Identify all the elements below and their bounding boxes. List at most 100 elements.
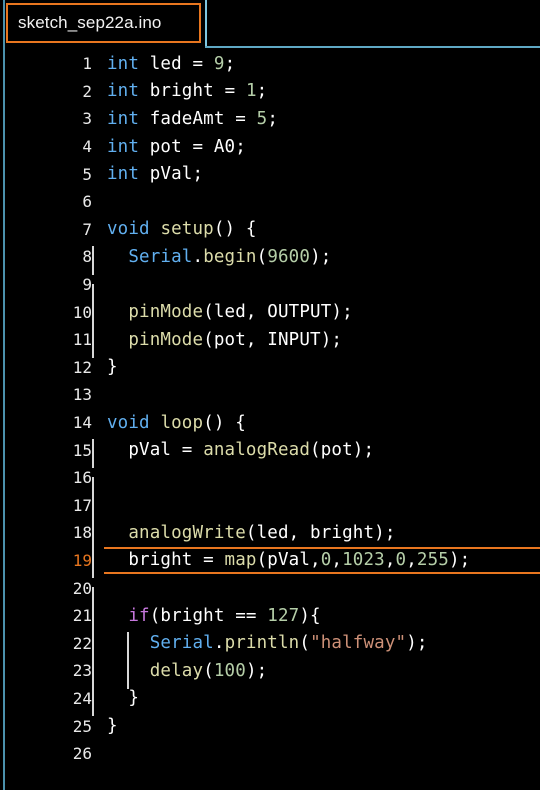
code-line[interactable]: 13 (0, 381, 540, 409)
code-token-kw: int (107, 53, 140, 74)
code-line[interactable]: 8 Serial.begin(9600); (0, 243, 540, 275)
code-line[interactable]: 6 (0, 188, 540, 216)
code-token-punc: } (107, 688, 140, 709)
code-line[interactable]: 26 (0, 740, 540, 768)
code-line[interactable]: 1 int led = 9; (0, 50, 540, 78)
line-number: 2 (82, 81, 92, 101)
code-line-text: int pot = A0; (92, 137, 540, 157)
line-number: 22 (72, 633, 92, 653)
code-line-text: analogWrite(led, bright); (91, 521, 540, 551)
code-token-punc: (pot); (310, 440, 375, 461)
code-line[interactable]: 7 void setup() { (0, 216, 540, 244)
code-line[interactable]: 16 (0, 464, 540, 506)
code-line-text: } (91, 687, 540, 717)
code-line[interactable]: 25} (0, 712, 540, 740)
line-number: 25 (72, 716, 92, 736)
code-token-punc: (pVal, (256, 550, 321, 571)
code-line-text: if(bright == 127){ (91, 604, 540, 634)
code-editor-window: sketch_sep22a.ino 1 int led = 9; 2 int brig… (0, 0, 540, 790)
code-token-num: 0 (320, 550, 332, 571)
code-line[interactable]: 24 } (0, 685, 540, 717)
line-number: 8 (82, 247, 92, 267)
code-token-plain: pVal = (107, 440, 204, 461)
code-token-plain: pot (139, 136, 193, 157)
code-line[interactable]: 12} (0, 354, 540, 382)
code-token-punc: = (192, 53, 214, 74)
code-token-num: 127 (267, 605, 300, 626)
code-token-fn: setup (160, 219, 214, 240)
code-token-fn: analogRead (203, 440, 311, 461)
code-token-punc: , (406, 550, 417, 571)
line-number: 1 (82, 54, 92, 74)
code-token-fn: analogWrite (128, 522, 246, 543)
line-number: 26 (72, 744, 92, 764)
code-line[interactable]: 5 int pVal; (0, 160, 540, 188)
code-token-punc: = (192, 136, 214, 157)
code-token-punc: . (213, 633, 225, 654)
code-token-kw: int (107, 164, 140, 185)
code-line[interactable]: 20 (0, 574, 540, 617)
code-token-plain: pVal; (139, 164, 204, 185)
code-line-text: int fadeAmt = 5; (92, 109, 540, 129)
code-token-punc: ( (299, 633, 311, 654)
code-line[interactable]: 2 int bright = 1; (0, 78, 540, 106)
code-line-text: } (92, 716, 540, 736)
code-token-punc: ; (235, 136, 246, 157)
code-token-punc: (led, OUTPUT); (203, 302, 353, 323)
tab-sketch-file[interactable]: sketch_sep22a.ino (6, 3, 201, 43)
code-token-fn: loop (160, 412, 204, 433)
line-number: 21 (72, 606, 92, 626)
code-line-text: pinMode(pot, INPUT); (91, 328, 540, 358)
code-token-plain: bright (139, 81, 225, 102)
code-line[interactable]: 23 delay(100); (0, 657, 540, 689)
code-token-str: "halfway" (310, 633, 407, 654)
code-line[interactable]: 9 (0, 271, 540, 313)
line-number: 4 (82, 137, 92, 157)
tab-label: sketch_sep22a.ino (18, 13, 162, 32)
code-line-text: } (92, 357, 540, 377)
line-number: 10 (72, 302, 92, 322)
code-token-num: 100 (213, 660, 246, 681)
code-token-fn: println (224, 633, 300, 654)
code-line[interactable]: 4 int pot = A0; (0, 133, 540, 161)
code-line[interactable]: 10 pinMode(led, OUTPUT); (0, 298, 540, 331)
code-token-punc: , (331, 550, 343, 571)
code-line[interactable]: 15 pVal = analogRead(pot); (0, 436, 540, 469)
code-token-plain: led (139, 53, 193, 74)
code-line[interactable]: 21 if(bright == 127){ (0, 602, 540, 634)
code-line[interactable]: 22 Serial.println("halfway"); (0, 629, 540, 662)
code-line-text: Serial.println("halfway"); (91, 632, 540, 662)
code-token-punc: () { (203, 412, 246, 433)
code-token-fn: pinMode (128, 329, 204, 350)
code-token-punc: ){ (299, 605, 321, 626)
line-number: 12 (72, 357, 92, 377)
code-line[interactable]: 11 pinMode(pot, INPUT); (0, 326, 540, 358)
code-token-punc: ; (256, 81, 268, 102)
code-line-text: int pVal; (92, 164, 540, 184)
code-line-text: int bright = 1; (92, 81, 540, 101)
code-line-text: pVal = analogRead(pot); (91, 439, 540, 469)
code-line-text: pinMode(led, OUTPUT); (91, 301, 540, 331)
code-token-punc: ); (310, 246, 332, 267)
code-line[interactable]: 19 bright = map(pVal,0,1023,0,255); (0, 546, 540, 579)
code-token-punc: = (224, 81, 246, 102)
code-token-punc: (led, bright); (245, 522, 396, 543)
code-line[interactable]: 18 analogWrite(led, bright); (0, 519, 540, 551)
code-line[interactable]: 14 void loop() { (0, 409, 540, 437)
code-token-num: 9 (213, 53, 225, 74)
code-content-area[interactable]: 1 int led = 9; 2 int bright = 1; 3 int fadeAm… (0, 50, 540, 790)
code-token-kw: int (107, 81, 140, 102)
code-line[interactable]: 17 (0, 492, 540, 534)
code-token-kw: void (107, 219, 150, 240)
code-token-num: 1023 (342, 550, 385, 571)
code-token-plain: bright = (107, 550, 225, 571)
code-line[interactable]: 3 int fadeAmt = 5; (0, 105, 540, 133)
code-token-num: 1 (245, 81, 257, 102)
code-line-text: void setup() { (92, 219, 540, 239)
